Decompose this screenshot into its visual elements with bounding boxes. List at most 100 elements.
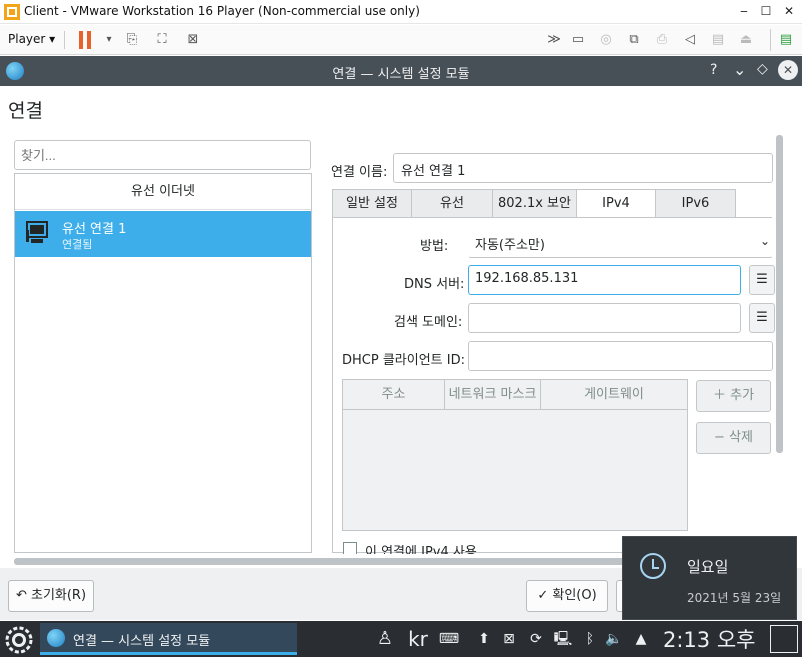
globe-icon (47, 629, 65, 647)
dns-edit-list-button[interactable]: ☰ (749, 265, 775, 295)
help-button[interactable]: ? (710, 62, 717, 78)
list-item[interactable]: 유선 연결 1 연결됨 (15, 211, 311, 257)
ok-label: 확인(O) (552, 588, 597, 603)
minimize-window-button[interactable]: ⌄ (733, 60, 746, 79)
notes-icon[interactable]: ▤ (777, 31, 795, 49)
require-ipv4-checkbox[interactable]: 이 연결에 IPv4 사용 (343, 542, 483, 554)
window-titlebar: 연결 — 시스템 설정 모듈 ? ⌄ ◇ ✕ (0, 56, 802, 86)
dns-server-label: DNS 서버: (404, 277, 465, 292)
update-icon[interactable]: ⬆ (474, 629, 494, 649)
column-header-netmask[interactable]: 네트워크 마스크 (445, 380, 541, 410)
dhcp-client-id-field[interactable] (468, 341, 773, 371)
printer-icon[interactable]: ⎙ (653, 31, 671, 49)
column-header-gateway[interactable]: 게이트웨이 (541, 380, 687, 410)
check-icon: ✓ (537, 588, 549, 603)
keyboard-icon[interactable]: ⌨ (436, 629, 462, 649)
keep-above-button[interactable]: ◇ (757, 61, 768, 77)
maximize-button[interactable]: ☐ (757, 2, 775, 20)
task-item-connections[interactable]: 연결 — 시스템 설정 모듈 (40, 623, 297, 655)
show-desktop-button[interactable] (770, 625, 798, 653)
tab-general[interactable]: 일반 설정 (332, 189, 412, 218)
list-icon: ☰ (756, 310, 768, 325)
search-input[interactable] (14, 140, 311, 170)
remove-address-button[interactable]: − 삭제 (696, 422, 771, 454)
bluetooth-icon[interactable]: ᛒ (580, 629, 600, 649)
clock-icon (640, 553, 666, 579)
pause-button[interactable] (79, 31, 93, 49)
more-devices-icon[interactable]: ≫ (545, 31, 563, 49)
add-address-button[interactable]: ＋ 추가 (696, 380, 771, 412)
connection-list: 유선 이더넷 유선 연결 1 연결됨 (14, 173, 312, 553)
pause-menu-chevron-icon[interactable]: ▾ (100, 31, 118, 49)
require-ipv4-label: 이 연결에 IPv4 사용 (365, 545, 477, 554)
reset-button[interactable]: ↶ 초기화(R) (8, 580, 94, 612)
taskbar-clock[interactable]: 2:13 오후 (663, 624, 755, 654)
send-ctrl-alt-del-icon[interactable]: ⎘ (123, 31, 141, 49)
connection-group-header: 유선 이더넷 (15, 174, 311, 210)
vmware-logo-icon (4, 4, 20, 20)
tab-ipv6[interactable]: IPv6 (655, 189, 736, 218)
player-menu-label: Player (8, 32, 46, 46)
notification-day: 일요일 (687, 558, 729, 576)
usb-device-icon[interactable]: ▤ (709, 31, 727, 49)
pause-icon (79, 31, 83, 49)
method-label: 방법: (420, 239, 449, 254)
dhcp-client-id-label: DHCP 클라이언트 ID: (342, 353, 465, 368)
search-domain-label: 검색 도메인: (394, 315, 463, 330)
tab-wired[interactable]: 유선 (411, 189, 493, 218)
ok-button[interactable]: ✓ 확인(O) (526, 580, 608, 612)
checkbox-box (343, 542, 357, 554)
wired-network-icon (26, 221, 48, 243)
date-notification[interactable]: 일요일 2021년 5월 23일 (622, 536, 797, 620)
connection-name: 유선 연결 1 (62, 222, 127, 237)
connection-name-label: 연결 이름: (331, 165, 388, 180)
minimize-button[interactable]: ‒ (735, 2, 753, 20)
sound-card-icon[interactable]: ◁ (681, 31, 699, 49)
tab-ipv4[interactable]: IPv4 (576, 189, 656, 218)
screenshot-icon[interactable]: ⊠ (499, 629, 519, 649)
chevron-down-icon: ▾ (49, 32, 56, 46)
close-window-button[interactable]: ✕ (778, 60, 798, 80)
toolbar-divider (64, 31, 65, 49)
connection-status: 연결됨 (62, 238, 93, 251)
player-menu[interactable]: Player ▾ (8, 32, 55, 46)
host-titlebar: Client - VMware Workstation 16 Player (N… (0, 0, 802, 24)
volume-icon[interactable]: 🔈 (604, 629, 624, 649)
network-icon[interactable]: 🖳 (553, 629, 573, 649)
tab-8021x-security[interactable]: 802.1x 보안 (492, 189, 577, 218)
plus-icon: ＋ (712, 388, 726, 403)
address-table[interactable]: 주소 네트워크 마스크 게이트웨이 (342, 379, 688, 531)
notification-date: 2021년 5월 23일 (687, 591, 782, 605)
page-title: 연결 (8, 100, 43, 122)
cd-drive-icon[interactable]: ◎ (597, 31, 615, 49)
window-title: 연결 — 시스템 설정 모듈 (332, 67, 470, 82)
remove-address-label: 삭제 (729, 430, 753, 445)
host-window-title: Client - VMware Workstation 16 Player (N… (24, 4, 420, 18)
dns-server-field[interactable]: 192.168.85.131 (468, 265, 741, 295)
method-value: 자동(주소만) (475, 238, 545, 253)
sync-icon[interactable]: ⟳ (526, 629, 546, 649)
chevron-down-icon: ⌄ (759, 234, 770, 248)
add-address-label: 추가 (730, 388, 755, 403)
fullscreen-icon[interactable]: ⛶ (153, 31, 171, 49)
close-button[interactable]: ✕ (780, 2, 798, 20)
keyboard-layout-indicator[interactable]: kr (405, 626, 431, 652)
method-select[interactable]: 자동(주소만) ⌄ (468, 228, 773, 258)
minus-icon: − (714, 430, 725, 445)
undo-icon: ↶ (15, 588, 27, 603)
expand-tray-icon[interactable]: ▲ (631, 629, 651, 649)
application-launcher-icon[interactable] (4, 625, 34, 655)
unity-icon[interactable]: ⊠ (184, 31, 202, 49)
host-toolbar: Player ▾ ▾ ⎘ ⛶ ⊠ ≫ ▭ ◎ ⧉ ⎙ ◁ ▤ ⏏ ▤ (0, 25, 802, 55)
column-header-address[interactable]: 주소 (343, 380, 445, 410)
network-adapter-icon[interactable]: ⧉ (625, 31, 643, 49)
connection-name-field[interactable]: 유선 연결 1 (393, 153, 773, 183)
search-domain-field[interactable] (468, 303, 741, 333)
taskbar: 연결 — 시스템 설정 모듈 ♙ kr ⌨ ⬆ ⊠ ⟳ 🖳 ᛒ 🔈 ▲ 2:13… (0, 621, 802, 657)
removable-device-icon[interactable]: ⏏ (737, 31, 755, 49)
tux-icon[interactable]: ♙ (374, 629, 396, 649)
vertical-scrollbar[interactable] (776, 135, 783, 453)
hard-disk-icon[interactable]: ▭ (569, 31, 587, 49)
task-item-label: 연결 — 시스템 설정 모듈 (73, 634, 211, 649)
search-domain-edit-list-button[interactable]: ☰ (749, 303, 775, 333)
